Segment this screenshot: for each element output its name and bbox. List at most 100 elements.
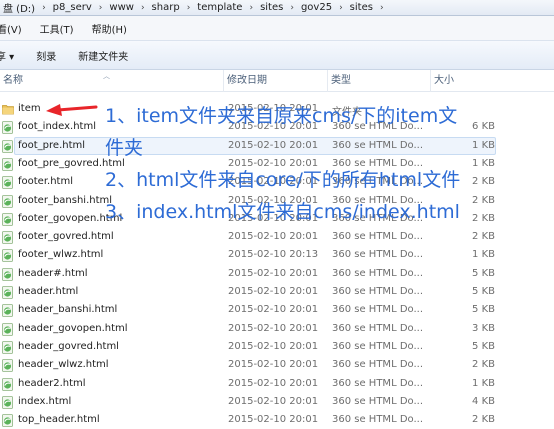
folder-row[interactable]: item 2015-02-10 20:01 文件夹	[0, 100, 554, 118]
breadcrumb-sites-current[interactable]: sites	[347, 2, 376, 13]
file-date: 2015-02-10 20:01	[228, 340, 319, 352]
breadcrumb-template[interactable]: template	[194, 2, 245, 13]
file-size: 5 KB	[472, 267, 495, 279]
file-date: 2015-02-10 20:01	[228, 139, 319, 151]
html-file-icon	[2, 322, 13, 336]
file-date: 2015-02-10 20:01	[228, 267, 319, 279]
file-date: 2015-02-10 20:01	[228, 176, 319, 188]
file-row[interactable]: foot_pre.html 2015-02-10 20:01 360 se HTML…	[0, 136, 554, 155]
file-date: 2015-02-10 20:01	[228, 121, 319, 133]
file-date: 2015-02-10 20:01	[228, 359, 319, 371]
address-bar[interactable]: 盘 (D:) › p8_serv › www › sharp › templat…	[0, 0, 554, 16]
burn-button[interactable]: 刻录	[25, 48, 67, 63]
column-header-type-label: 类型	[331, 75, 351, 86]
breadcrumb-www[interactable]: www	[106, 2, 137, 13]
breadcrumb-separator-icon[interactable]: ›	[245, 3, 257, 13]
column-header-type[interactable]: 类型	[328, 70, 431, 92]
file-row[interactable]: header_banshi.html 2015-02-10 20:01 360 se…	[0, 301, 554, 319]
file-size: 5 KB	[472, 340, 495, 352]
html-file-icon	[2, 267, 13, 281]
html-file-icon	[2, 139, 13, 153]
file-name: item	[18, 103, 41, 114]
menu-bar: 看(V) 工具(T) 帮助(H)	[0, 16, 554, 40]
column-header-date[interactable]: 修改日期	[224, 70, 328, 92]
column-header-size-label: 大小	[434, 75, 454, 86]
file-type: 360 se HTML Do...	[332, 286, 423, 297]
file-row[interactable]: header2.html 2015-02-10 20:01 360 se HTML …	[0, 375, 554, 393]
breadcrumb-separator-icon[interactable]: ›	[95, 3, 107, 13]
new-folder-button[interactable]: 新建文件夹	[67, 48, 139, 63]
file-size: 2 KB	[472, 194, 495, 206]
file-name: footer_govopen.html	[18, 212, 123, 224]
column-header-name[interactable]: 名称	[0, 70, 224, 92]
file-row[interactable]: footer_banshi.html 2015-02-10 20:01 360 se…	[0, 192, 554, 210]
breadcrumb-sites[interactable]: sites	[257, 2, 286, 13]
file-date: 2015-02-10 20:01	[228, 377, 319, 389]
file-type: 360 se HTML Do...	[332, 377, 423, 389]
file-row[interactable]: header_govopen.html 2015-02-10 20:01 360 s…	[0, 320, 554, 338]
breadcrumb-drive[interactable]: 盘 (D:)	[0, 0, 38, 15]
file-size: 5 KB	[472, 286, 495, 297]
html-file-icon	[2, 231, 13, 244]
file-type: 360 se HTML Do...	[332, 414, 423, 426]
file-name: foot_pre_govred.html	[18, 157, 125, 169]
file-date: 2015-02-10 20:01	[228, 157, 319, 169]
file-date: 2015-02-10 20:01	[228, 212, 319, 224]
file-name: footer_govred.html	[18, 231, 114, 243]
file-row[interactable]: top_header.html 2015-02-10 20:01 360 se HT…	[0, 411, 554, 429]
file-row[interactable]: header_wlwz.html 2015-02-10 20:01 360 se H…	[0, 356, 554, 374]
column-header-size[interactable]: 大小	[431, 70, 554, 92]
file-size: 2 KB	[472, 176, 495, 188]
file-row[interactable]: footer.html 2015-02-10 20:01 360 se HTML D…	[0, 173, 554, 191]
file-row[interactable]: footer_govred.html 2015-02-10 20:01 360 se…	[0, 228, 554, 246]
file-row[interactable]: header.html 2015-02-10 20:01 360 se HTML D…	[0, 283, 554, 301]
breadcrumb-separator-icon[interactable]: ›	[335, 3, 347, 13]
breadcrumb-separator-icon[interactable]: ›	[38, 3, 50, 13]
file-row[interactable]: header_govred.html 2015-02-10 20:01 360 se…	[0, 338, 554, 356]
file-name: top_header.html	[18, 414, 100, 426]
file-name: foot_pre.html	[18, 139, 86, 151]
file-type: 360 se HTML Do...	[332, 139, 423, 151]
file-size: 4 KB	[472, 395, 495, 407]
file-name: footer_wlwz.html	[18, 249, 104, 261]
html-file-icon	[2, 377, 13, 391]
menu-tools[interactable]: 工具(T)	[31, 21, 83, 36]
column-header-name-label: 名称	[3, 75, 23, 86]
file-row[interactable]: index.html 2015-02-10 20:01 360 se HTML Do…	[0, 393, 554, 411]
file-row[interactable]: foot_index.html 2015-02-10 20:01 360 se HT…	[0, 118, 554, 136]
breadcrumb-sharp[interactable]: sharp	[149, 2, 183, 13]
toolbar: 共享 ▾ 刻录 新建文件夹	[0, 40, 554, 70]
file-row[interactable]: footer_govopen.html 2015-02-10 20:01 360 s…	[0, 210, 554, 228]
share-button[interactable]: 共享 ▾	[0, 48, 25, 63]
file-date: 2015-02-10 20:01	[228, 304, 319, 316]
file-size: 1 KB	[472, 249, 495, 261]
file-row[interactable]: footer_wlwz.html 2015-02-10 20:13 360 se H…	[0, 246, 554, 264]
file-date: 2015-02-10 20:01	[228, 286, 319, 297]
html-file-icon	[2, 249, 13, 263]
breadcrumb-p8-serv[interactable]: p8_serv	[50, 2, 95, 13]
file-type: 360 se HTML Do...	[332, 249, 423, 261]
menu-view[interactable]: 看(V)	[0, 21, 31, 36]
folder-icon	[2, 103, 14, 116]
html-file-icon	[2, 395, 13, 409]
file-date: 2015-02-10 20:01	[228, 194, 319, 206]
menu-help[interactable]: 帮助(H)	[83, 21, 136, 36]
file-type: 360 se HTML Do...	[332, 322, 423, 334]
file-size: 6 KB	[472, 121, 495, 133]
file-row[interactable]: foot_pre_govred.html 2015-02-10 20:01 360 …	[0, 155, 554, 173]
breadcrumb-separator-icon[interactable]: ›	[376, 3, 388, 13]
file-name: header#.html	[18, 267, 88, 279]
breadcrumb-gov25[interactable]: gov25	[298, 2, 335, 13]
file-row[interactable]: header#.html 2015-02-10 20:01 360 se HTML …	[0, 265, 554, 283]
html-file-icon	[2, 304, 13, 318]
breadcrumb-separator-icon[interactable]: ›	[183, 3, 195, 13]
file-date: 2015-02-10 20:01	[228, 395, 319, 407]
file-name: index.html	[18, 395, 72, 407]
file-type: 360 se HTML Do...	[332, 231, 423, 243]
html-file-icon	[2, 286, 13, 299]
breadcrumb-separator-icon[interactable]: ›	[286, 3, 298, 13]
file-date: 2015-02-10 20:01	[228, 103, 319, 114]
file-size: 1 KB	[472, 377, 495, 389]
file-size: 1 KB	[472, 157, 495, 169]
breadcrumb-separator-icon[interactable]: ›	[137, 3, 149, 13]
